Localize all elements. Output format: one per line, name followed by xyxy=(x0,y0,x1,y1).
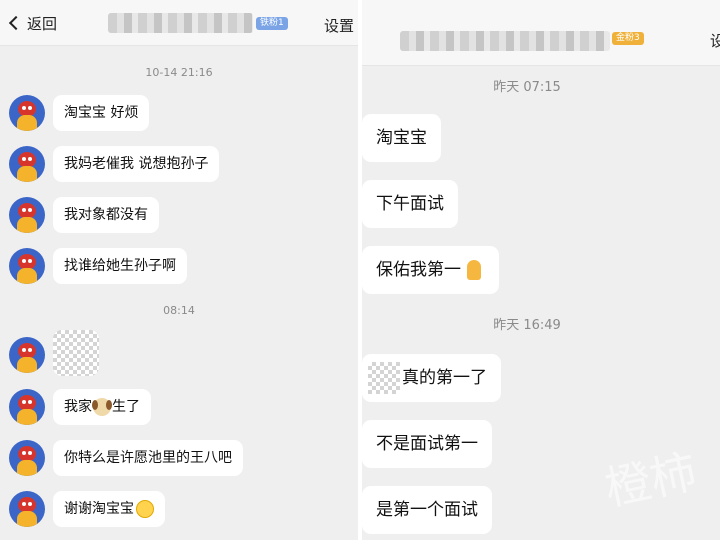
message-bubble: 谢谢淘宝宝 xyxy=(53,491,165,527)
message-text: 保佑我第一 xyxy=(376,260,461,280)
fan-badge: 金粉3 xyxy=(612,32,644,45)
chevron-left-icon xyxy=(8,15,24,31)
message-bubble: 我家 生了 xyxy=(53,389,151,425)
message-bubble: 淘宝宝 好烦 xyxy=(53,95,150,131)
dog-sticker-icon xyxy=(92,398,112,416)
avatar xyxy=(9,491,45,527)
message-bubble: 我妈老催我 说想抱孙子 xyxy=(53,146,220,182)
back-button[interactable]: 返回 xyxy=(8,12,57,34)
message-text: 真的第一了 xyxy=(402,368,487,388)
image-thumbnail-placeholder[interactable] xyxy=(368,362,400,394)
image-message-placeholder[interactable] xyxy=(53,330,99,376)
message-bubble: 淘宝宝 xyxy=(362,114,441,162)
back-label: 返回 xyxy=(27,14,58,33)
left-chat-screenshot: 返回 铁粉1 设置 10-14 21:16 淘宝宝 好烦 我妈老催我 说想抱孙子… xyxy=(0,0,358,540)
settings-button[interactable]: 设 xyxy=(710,30,720,51)
timestamp: 10-14 21:16 xyxy=(145,66,213,79)
message-text: 我家 xyxy=(64,399,92,415)
praying-hands-emoji-icon xyxy=(463,259,485,281)
settings-button[interactable]: 设置 xyxy=(324,15,354,36)
timestamp: 昨天 16:49 xyxy=(493,318,561,333)
right-chat-screenshot: 金粉3 设 昨天 07:15 淘宝宝 下午面试 保佑我第一 昨天 16:49 真… xyxy=(362,0,720,540)
avatar xyxy=(9,95,45,131)
message-bubble: 保佑我第一 xyxy=(362,246,499,294)
watermark-logo: 橙柿 xyxy=(600,443,702,516)
smiling-emoji-icon xyxy=(136,500,154,518)
timestamp: 08:14 xyxy=(163,304,195,317)
message-bubble: 找谁给她生孙子啊 xyxy=(53,248,187,284)
timestamp: 昨天 07:15 xyxy=(493,80,561,95)
avatar xyxy=(9,440,45,476)
message-bubble: 不是面试第一 xyxy=(362,420,492,468)
avatar xyxy=(9,337,45,373)
chat-header: 返回 铁粉1 设置 xyxy=(0,0,358,46)
chat-header: 金粉3 设 xyxy=(362,0,720,66)
avatar xyxy=(9,248,45,284)
message-bubble: 真的第一了 xyxy=(362,354,501,402)
message-bubble: 是第一个面试 xyxy=(362,486,492,534)
message-bubble: 我对象都没有 xyxy=(53,197,159,233)
message-text-tail: 生了 xyxy=(112,399,140,415)
avatar xyxy=(9,146,45,182)
message-bubble: 下午面试 xyxy=(362,180,458,228)
avatar xyxy=(9,197,45,233)
message-text: 谢谢淘宝宝 xyxy=(64,501,134,517)
message-bubble: 你特么是许愿池里的王八吧 xyxy=(53,440,243,476)
blurred-contact-name xyxy=(108,13,253,33)
fan-badge: 铁粉1 xyxy=(256,17,288,30)
avatar xyxy=(9,389,45,425)
blurred-contact-name xyxy=(400,31,610,51)
